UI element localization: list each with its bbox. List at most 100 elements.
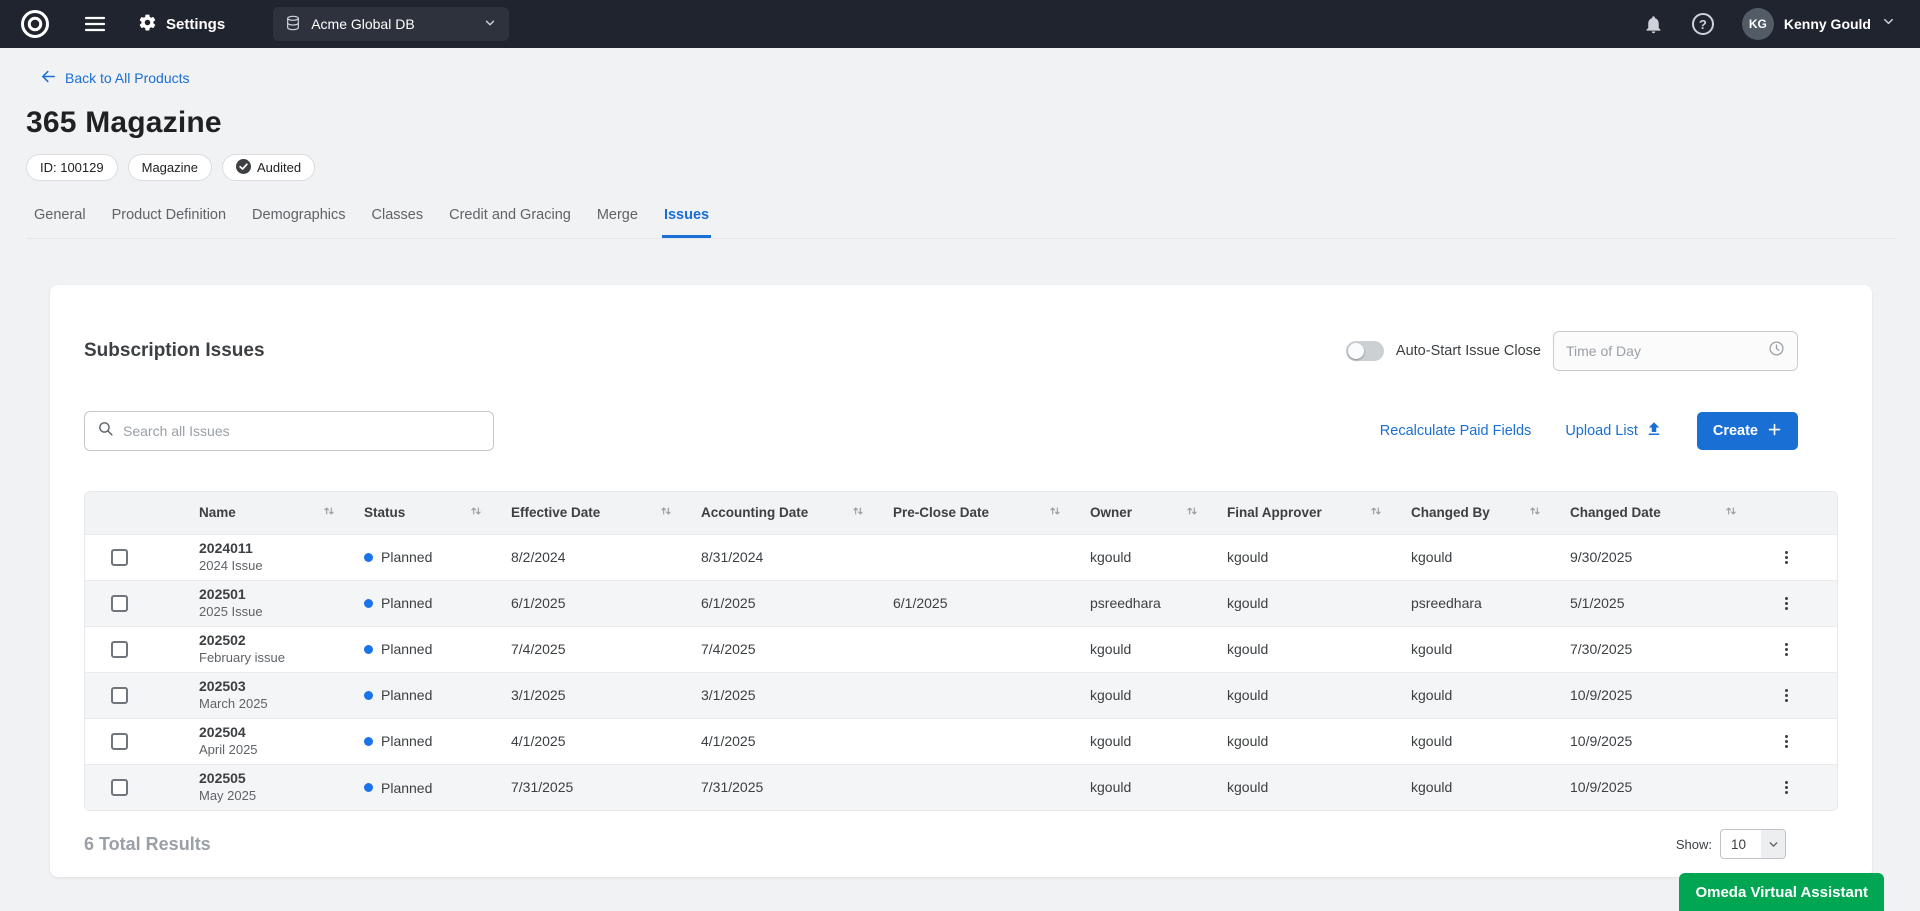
- status-dot-icon: [364, 553, 373, 562]
- changed-by-cell: kgould: [1397, 764, 1556, 810]
- name-cell: 202504 April 2025: [185, 718, 350, 764]
- navbar-right: ? KG Kenny Gould: [1643, 8, 1896, 40]
- sort-icon[interactable]: [851, 504, 865, 521]
- header-actions-cell: [1752, 492, 1837, 534]
- page-size-select[interactable]: 10: [1720, 829, 1786, 859]
- status-label: Planned: [381, 780, 432, 796]
- auto-start-label: Auto-Start Issue Close: [1396, 343, 1541, 359]
- changed-date-cell: 10/9/2025: [1556, 718, 1752, 764]
- avatar: KG: [1742, 8, 1774, 40]
- omeda-logo-icon[interactable]: [18, 7, 52, 41]
- row-checkbox[interactable]: [111, 779, 128, 796]
- time-of-day-input[interactable]: [1566, 343, 1760, 359]
- actions-cell: [1752, 718, 1837, 764]
- column-name[interactable]: Name: [185, 492, 350, 534]
- status-cell: Planned: [350, 764, 497, 810]
- row-actions-kebab-icon[interactable]: [1770, 589, 1803, 618]
- virtual-assistant-button[interactable]: Omeda Virtual Assistant: [1679, 873, 1884, 911]
- time-of-day-field: [1553, 331, 1798, 371]
- name-cell: 202505 May 2025: [185, 764, 350, 810]
- effective-date-cell: 3/1/2025: [497, 672, 687, 718]
- subscription-issues-card: Subscription Issues Auto-Start Issue Clo…: [50, 285, 1872, 877]
- tab-product-definition[interactable]: Product Definition: [110, 203, 228, 238]
- row-checkbox[interactable]: [111, 549, 128, 566]
- actions-cell: [1752, 534, 1837, 580]
- help-icon[interactable]: ?: [1692, 13, 1714, 35]
- row-actions-kebab-icon[interactable]: [1770, 773, 1803, 802]
- header-checkbox-cell: [85, 492, 185, 534]
- status-dot-icon: [364, 691, 373, 700]
- pre-close-date-cell: [879, 718, 1076, 764]
- show-group: Show: 10: [1676, 829, 1786, 859]
- effective-date-cell: 7/31/2025: [497, 764, 687, 810]
- name-cell: 2024011 2024 Issue: [185, 534, 350, 580]
- owner-cell: kgould: [1076, 764, 1213, 810]
- issue-subname: 2025 Issue: [199, 604, 336, 620]
- clock-icon: [1768, 340, 1785, 362]
- gear-icon: [138, 13, 157, 36]
- owner-cell: kgould: [1076, 672, 1213, 718]
- final-approver-cell: kgould: [1213, 580, 1397, 626]
- final-approver-cell: kgould: [1213, 626, 1397, 672]
- tab-credit-and-gracing[interactable]: Credit and Gracing: [447, 203, 573, 238]
- sort-icon[interactable]: [1185, 504, 1199, 521]
- status-cell: Planned: [350, 534, 497, 580]
- back-link[interactable]: Back to All Products: [26, 68, 190, 88]
- nav-settings-label: Settings: [166, 16, 225, 33]
- column-owner[interactable]: Owner: [1076, 492, 1213, 534]
- row-actions-kebab-icon[interactable]: [1770, 635, 1803, 664]
- sort-icon[interactable]: [1528, 504, 1542, 521]
- create-button[interactable]: Create: [1697, 412, 1798, 450]
- tab-demographics[interactable]: Demographics: [250, 203, 348, 238]
- changed-by-cell: kgould: [1397, 534, 1556, 580]
- nav-settings[interactable]: Settings: [138, 13, 225, 36]
- auto-start-toggle[interactable]: [1346, 341, 1384, 361]
- sort-icon[interactable]: [469, 504, 483, 521]
- row-actions-kebab-icon[interactable]: [1770, 543, 1803, 572]
- database-selector[interactable]: Acme Global DB: [273, 7, 509, 41]
- issues-table-body: 2024011 2024 Issue Planned 8/2/2024 8/31…: [85, 534, 1837, 810]
- row-checkbox[interactable]: [111, 641, 128, 658]
- row-actions-kebab-icon[interactable]: [1770, 681, 1803, 710]
- row-checkbox[interactable]: [111, 687, 128, 704]
- sort-icon[interactable]: [1369, 504, 1383, 521]
- notifications-bell-icon[interactable]: [1643, 14, 1664, 35]
- page-content: Back to All Products 365 Magazine ID: 10…: [0, 48, 1920, 877]
- row-actions-kebab-icon[interactable]: [1770, 727, 1803, 756]
- issue-subname: March 2025: [199, 696, 336, 712]
- sort-icon[interactable]: [1724, 504, 1738, 521]
- tab-merge[interactable]: Merge: [595, 203, 640, 238]
- column-changed-date[interactable]: Changed Date: [1556, 492, 1752, 534]
- sort-icon[interactable]: [322, 504, 336, 521]
- auto-start-group: Auto-Start Issue Close: [1346, 331, 1798, 371]
- final-approver-cell: kgould: [1213, 672, 1397, 718]
- sort-icon[interactable]: [1048, 504, 1062, 521]
- recalculate-paid-fields-link[interactable]: Recalculate Paid Fields: [1380, 423, 1532, 439]
- column-accounting-date[interactable]: Accounting Date: [687, 492, 879, 534]
- tab-general[interactable]: General: [32, 203, 88, 238]
- column-pre-close-date[interactable]: Pre-Close Date: [879, 492, 1076, 534]
- chevron-down-icon: [1881, 14, 1896, 34]
- accounting-date-cell: 7/31/2025: [687, 764, 879, 810]
- search-icon: [97, 420, 114, 442]
- column-changed-by[interactable]: Changed By: [1397, 492, 1556, 534]
- issue-subname: May 2025: [199, 788, 336, 804]
- product-tabs: General Product Definition Demographics …: [26, 203, 1896, 239]
- issue-name: 202501: [199, 586, 336, 604]
- search-input[interactable]: [123, 423, 481, 439]
- row-checkbox[interactable]: [111, 733, 128, 750]
- hamburger-menu-icon[interactable]: [84, 15, 106, 33]
- tab-issues[interactable]: Issues: [662, 203, 711, 238]
- table-header-row: Name Status Effective Date Accounting Da…: [85, 492, 1837, 534]
- user-menu[interactable]: KG Kenny Gould: [1742, 8, 1896, 40]
- column-final-approver[interactable]: Final Approver: [1213, 492, 1397, 534]
- accounting-date-cell: 7/4/2025: [687, 626, 879, 672]
- column-status[interactable]: Status: [350, 492, 497, 534]
- column-effective-date[interactable]: Effective Date: [497, 492, 687, 534]
- upload-list-link[interactable]: Upload List: [1565, 420, 1663, 442]
- row-checkbox[interactable]: [111, 595, 128, 612]
- tab-classes[interactable]: Classes: [370, 203, 426, 238]
- issue-name: 202502: [199, 632, 336, 650]
- status-cell: Planned: [350, 626, 497, 672]
- sort-icon[interactable]: [659, 504, 673, 521]
